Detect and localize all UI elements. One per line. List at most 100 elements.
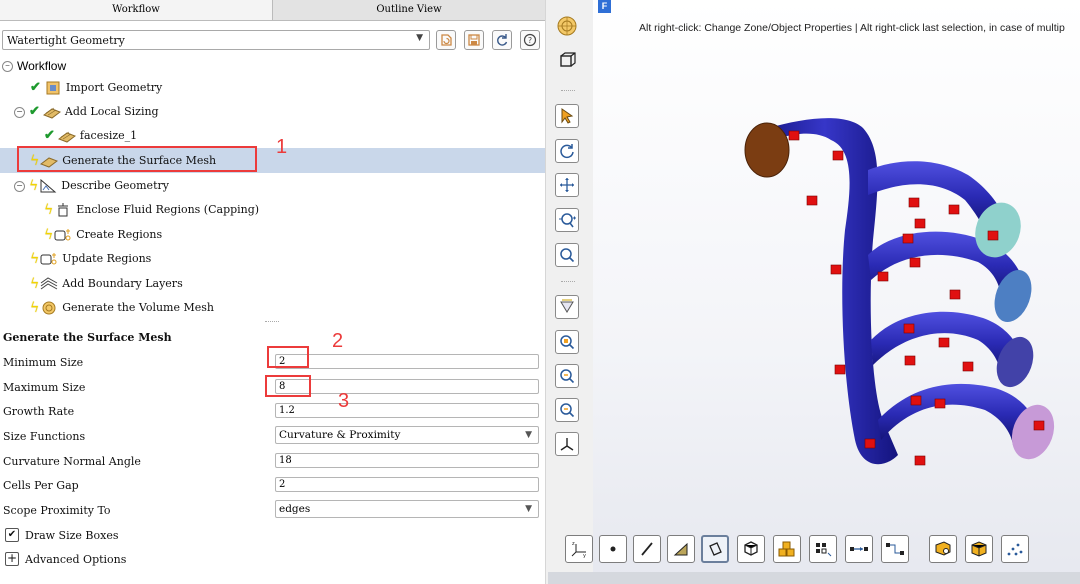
select-objects-button[interactable]: [773, 535, 801, 563]
size-functions-value: Curvature & Proximity: [279, 429, 401, 441]
splitter-grip[interactable]: [265, 321, 279, 324]
path-arrow-icon: [850, 547, 868, 551]
tree-root-workflow[interactable]: − Workflow: [2, 54, 66, 78]
tab-outline-view[interactable]: Outline View: [272, 0, 545, 21]
pan-arrows-icon: [560, 178, 574, 192]
select-pointer-button[interactable]: [555, 104, 579, 128]
chevron-down-icon: ▼: [525, 430, 532, 440]
show-vertices-button[interactable]: [1001, 535, 1029, 563]
tree-item-label: Add Local Sizing: [64, 105, 159, 118]
update-regions-icon: [40, 253, 57, 265]
lightning-icon: ϟ: [29, 178, 39, 194]
tree-item-enclose-fluid-regions[interactable]: ϟ Enclose Fluid Regions (Capping): [44, 198, 259, 222]
annotation-label-2: 2: [332, 330, 344, 352]
tree-item-add-boundary-layers[interactable]: ϟ Add Boundary Layers: [30, 272, 183, 296]
tab-workflow[interactable]: Workflow: [0, 0, 272, 21]
panel-tabs: Workflow Outline View: [0, 0, 545, 21]
objects-cubes-icon: [778, 541, 795, 557]
fit-to-window-button[interactable]: [555, 295, 579, 319]
tree-item-label: Import Geometry: [65, 81, 163, 94]
collapse-icon[interactable]: −: [14, 106, 25, 118]
collapse-icon[interactable]: −: [2, 60, 13, 72]
revert-icon: [441, 34, 452, 46]
edge-line-icon: [641, 542, 653, 556]
viewport-status-strip: [548, 572, 1080, 584]
pan-view-button[interactable]: [555, 173, 579, 197]
checkbox-checked-icon[interactable]: ✔: [5, 528, 19, 542]
revert-workflow-button[interactable]: [436, 30, 456, 50]
select-edges-button[interactable]: [633, 535, 661, 563]
draw-size-boxes-label: Draw Size Boxes: [25, 528, 119, 542]
collapse-icon[interactable]: −: [14, 180, 25, 192]
help-icon: ?: [523, 33, 537, 47]
neighbors-icon: [886, 543, 904, 555]
curvature-normal-angle-input[interactable]: 18: [275, 453, 539, 468]
save-workflow-button[interactable]: [464, 30, 484, 50]
cells-per-gap-input[interactable]: 2: [275, 477, 539, 492]
growth-rate-input[interactable]: 1.2: [275, 403, 539, 418]
zoom-to-area-button[interactable]: [555, 243, 579, 267]
zoom-out-icon: [560, 403, 575, 418]
refresh-icon: [497, 34, 508, 46]
advanced-options-toggle[interactable]: + Advanced Options: [5, 552, 126, 566]
select-bodies-button[interactable]: [737, 535, 765, 563]
tree-item-describe-geometry[interactable]: − ϟ Describe Geometry: [14, 174, 169, 198]
scope-proximity-select[interactable]: edges ▼: [275, 500, 539, 518]
refresh-workflow-button[interactable]: [492, 30, 512, 50]
zoom-out-button[interactable]: [555, 398, 579, 422]
zoom-fit-button[interactable]: [555, 330, 579, 354]
size-functions-select[interactable]: Curvature & Proximity ▼: [275, 426, 539, 444]
tree-item-add-local-sizing[interactable]: − ✔ Add Local Sizing: [14, 100, 159, 124]
tree-item-facesize-1[interactable]: ✔ facesize_1: [44, 124, 137, 148]
select-neighbors-button[interactable]: [881, 535, 909, 563]
zoom-plus-icon: [559, 213, 576, 228]
graphics-toolbar: [545, 0, 594, 584]
view-orientation-button[interactable]: zy: [565, 535, 593, 563]
describe-geometry-icon: [40, 179, 57, 193]
graphics-viewport[interactable]: F Alt right-click: Change Zone/Object Pr…: [548, 0, 1080, 584]
tree-item-generate-volume-mesh[interactable]: ϟ Generate the Volume Mesh: [30, 296, 214, 320]
display-options-button[interactable]: [555, 48, 579, 72]
tree-item-update-regions[interactable]: ϟ Update Regions: [30, 247, 151, 271]
check-icon: ✔: [44, 128, 55, 143]
toolbar-grip: [561, 281, 575, 285]
minimum-size-input[interactable]: 2: [275, 354, 539, 369]
show-objects-button[interactable]: [965, 535, 993, 563]
manifold-mesh-model[interactable]: [593, 0, 1080, 520]
select-path-button[interactable]: [845, 535, 873, 563]
cube-outline-icon: [560, 52, 576, 67]
help-button[interactable]: ?: [520, 30, 540, 50]
tree-item-import-geometry[interactable]: ✔ Import Geometry: [30, 76, 162, 100]
tree-item-create-regions[interactable]: ϟ Create Regions: [44, 223, 162, 247]
magnifier-icon: [560, 248, 575, 263]
axes-icon: [560, 438, 574, 451]
tree-item-label: Describe Geometry: [61, 179, 169, 192]
draw-size-boxes-option[interactable]: ✔ Draw Size Boxes: [5, 528, 118, 542]
annotation-box-2: [267, 346, 309, 368]
workflow-type-select[interactable]: Watertight Geometry ▼: [2, 30, 430, 50]
face-size-icon: [57, 131, 76, 143]
select-faces-button[interactable]: [667, 535, 695, 563]
show-boundary-button[interactable]: [929, 535, 957, 563]
view-axes-button[interactable]: [555, 432, 579, 456]
local-sizing-icon: [42, 107, 61, 119]
body-cube-icon: [744, 541, 758, 556]
mesh-display-button[interactable]: [555, 14, 579, 38]
annotation-box-3: [265, 375, 311, 397]
zoom-in-out-button[interactable]: [555, 208, 579, 232]
tree-root-label: Workflow: [17, 59, 67, 73]
select-points-button[interactable]: [599, 535, 627, 563]
zoom-in-button[interactable]: [555, 364, 579, 388]
maximum-size-input[interactable]: 8: [275, 379, 539, 394]
toolbar-grip: [561, 90, 575, 94]
check-icon: ✔: [29, 104, 40, 119]
svg-text:y: y: [583, 553, 586, 558]
expand-plus-icon[interactable]: +: [5, 552, 19, 566]
rotate-view-button[interactable]: [555, 139, 579, 163]
import-geometry-icon: [46, 81, 60, 95]
select-zones-button[interactable]: [701, 535, 729, 563]
properties-title: Generate the Surface Mesh: [3, 331, 172, 344]
select-labels-button[interactable]: [809, 535, 837, 563]
workflow-panel: Workflow Outline View Watertight Geometr…: [0, 0, 545, 584]
annotation-label-1: 1: [276, 136, 288, 158]
